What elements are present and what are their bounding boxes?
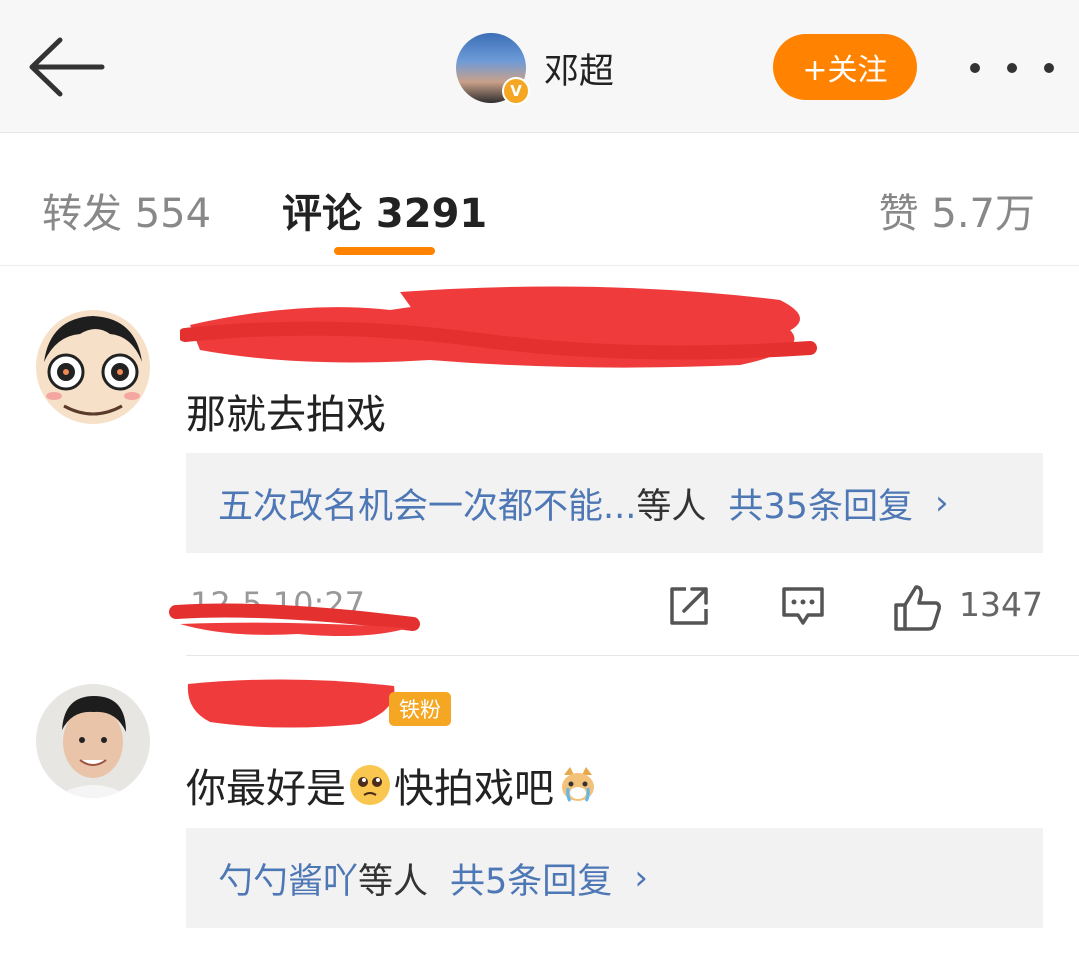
more-dots-icon[interactable] (970, 48, 1054, 88)
like-count: 1347 (959, 585, 1043, 624)
redaction-scribble (180, 286, 817, 368)
reply-user[interactable]: 五次改名机会一次都不能... (218, 478, 636, 529)
pleading-face-emoji (350, 765, 390, 805)
user-info[interactable]: V 邓超 (456, 32, 614, 105)
crying-dog-emoji (558, 765, 598, 805)
back-button[interactable] (24, 32, 108, 102)
tab-repost[interactable]: 转发 554 (42, 181, 211, 239)
redaction-scribble (187, 679, 395, 728)
comment-icon[interactable] (780, 583, 826, 629)
reply-total[interactable]: 共5条回复 (450, 853, 612, 904)
chevron-right-icon[interactable]: › (634, 858, 648, 898)
tab-comments[interactable]: 评论 3291 (282, 181, 487, 239)
commenter-avatar[interactable] (36, 684, 150, 798)
comment-meta: 12-5 10:27 1347 (186, 577, 1043, 637)
share-icon[interactable] (666, 583, 712, 629)
commenter-avatar[interactable] (36, 310, 150, 424)
comment-time: 12-5 10:27 (190, 585, 366, 623)
verified-badge-icon: V (502, 77, 530, 105)
tab-bar: 转发 554 评论 3291 赞 5.7万 (0, 133, 1079, 266)
comment-text: 那就去拍戏 (186, 392, 386, 438)
reply-user[interactable]: 勺勺酱吖 (218, 853, 358, 904)
top-bar: V 邓超 +关注 (0, 0, 1079, 133)
comment-text-part: 快拍戏吧 (394, 766, 554, 812)
tab-likes[interactable]: 赞 5.7万 (879, 181, 1035, 239)
fan-badge: 铁粉 (389, 692, 451, 726)
comment-text-part: 你最好是 (186, 766, 346, 812)
follow-button[interactable]: +关注 (773, 34, 917, 100)
comment-text: 你最好是 快拍戏吧 (186, 756, 602, 814)
reply-etc: 等人 (636, 486, 707, 527)
user-name[interactable]: 邓超 (544, 43, 614, 94)
reply-total[interactable]: 共35条回复 (728, 478, 913, 529)
like-icon[interactable] (892, 583, 942, 633)
reply-preview[interactable]: 勺勺酱吖 等人 共5条回复 › (186, 828, 1043, 928)
reply-etc: 等人 (358, 861, 429, 902)
chevron-right-icon[interactable]: › (935, 483, 949, 523)
reply-preview[interactable]: 五次改名机会一次都不能... 等人 共35条回复 › (186, 453, 1043, 553)
avatar[interactable]: V (456, 33, 530, 105)
divider (186, 655, 1079, 656)
active-tab-indicator (334, 247, 435, 255)
arrow-left-icon (29, 37, 105, 97)
